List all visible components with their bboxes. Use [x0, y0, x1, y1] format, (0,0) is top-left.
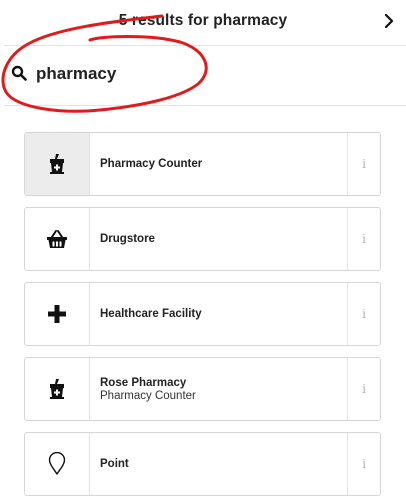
result-point[interactable]: Point i [24, 432, 381, 496]
pharmacy-mortar-icon [50, 154, 64, 174]
results-count-title: 5 results for pharmacy [118, 12, 288, 29]
result-title: Pharmacy Counter [100, 158, 203, 170]
info-button[interactable]: i [347, 133, 380, 195]
result-label: Pharmacy Counter [90, 133, 347, 195]
result-title: Point [100, 458, 129, 470]
info-icon: i [362, 232, 366, 246]
result-title: Rose Pharmacy [100, 376, 187, 389]
result-icon-cell [25, 208, 90, 270]
result-icon-cell [25, 358, 90, 420]
map-pin-icon [48, 452, 66, 475]
result-rose-pharmacy[interactable]: Rose Pharmacy Pharmacy Counter i [24, 357, 381, 421]
result-healthcare-facility[interactable]: Healthcare Facility i [24, 282, 381, 346]
info-icon: i [362, 457, 366, 471]
result-drugstore[interactable]: Drugstore i [24, 207, 381, 271]
result-icon-cell [25, 433, 90, 495]
result-icon-cell [25, 133, 90, 195]
result-label: Drugstore [90, 208, 347, 270]
search-bar [0, 46, 406, 102]
results-header: 5 results for pharmacy [0, 0, 406, 42]
info-button[interactable]: i [347, 208, 380, 270]
search-input[interactable] [36, 60, 336, 88]
result-title: Drugstore [100, 233, 155, 245]
basket-icon [47, 230, 67, 248]
search-icon [11, 65, 27, 81]
chevron-right-icon [384, 14, 394, 28]
result-icon-cell [25, 283, 90, 345]
result-subtitle: Pharmacy Counter [100, 389, 196, 402]
pharmacy-mortar-icon [50, 379, 64, 399]
info-button[interactable]: i [347, 358, 380, 420]
info-icon: i [362, 157, 366, 171]
search-divider [4, 105, 406, 106]
result-title: Healthcare Facility [100, 308, 202, 320]
info-button[interactable]: i [347, 433, 380, 495]
plus-icon [48, 305, 66, 323]
info-button[interactable]: i [347, 283, 380, 345]
result-label: Rose Pharmacy Pharmacy Counter [90, 358, 347, 420]
info-icon: i [362, 307, 366, 321]
result-label: Healthcare Facility [90, 283, 347, 345]
result-pharmacy-counter[interactable]: Pharmacy Counter i [24, 132, 381, 196]
info-icon: i [362, 382, 366, 396]
next-button[interactable] [378, 10, 400, 32]
result-label: Point [90, 433, 347, 495]
